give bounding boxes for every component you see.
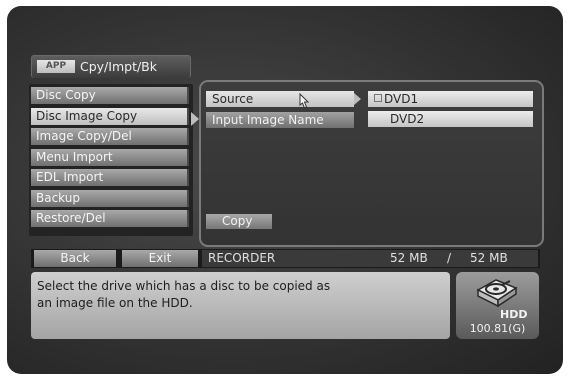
help-line-1: Select the drive which has a disc to be … — [37, 279, 331, 293]
selection-arrow-icon — [191, 112, 199, 126]
menu-item-disc-copy[interactable]: Disc Copy — [31, 87, 189, 104]
hdd-label: HDD — [500, 308, 528, 321]
selected-square-icon — [374, 94, 382, 102]
bottom-bar: Back Exit RECORDER 52 MB / 52 MB — [31, 249, 540, 268]
input-image-name-button[interactable]: Input Image Name — [206, 112, 354, 128]
help-text: Select the drive which has a disc to be … — [37, 278, 437, 312]
source-button[interactable]: Source — [206, 91, 354, 107]
drive-list: DVD1 DVD2 — [368, 91, 533, 131]
menu-item-menu-import[interactable]: Menu Import — [31, 148, 189, 166]
help-box: Select the drive which has a disc to be … — [31, 272, 450, 339]
menu-item-image-copy-del[interactable]: Image Copy/Del — [31, 128, 189, 145]
app-header: APP Cpy/Impt/Bk — [31, 55, 191, 78]
pointer-cursor-icon — [299, 93, 310, 109]
source-arrow-icon — [354, 93, 361, 105]
recorder-label: RECORDER — [208, 251, 276, 265]
menu-item-restore-del[interactable]: Restore/Del — [31, 210, 189, 227]
storage-used: 52 MB — [390, 251, 428, 265]
help-line-2: an image file on the HDD. — [37, 296, 193, 310]
menu-item-backup[interactable]: Backup — [31, 189, 189, 207]
copy-button[interactable]: Copy — [206, 214, 272, 229]
app-title: Cpy/Impt/Bk — [80, 59, 157, 74]
storage-separator: / — [447, 251, 452, 265]
hdd-box: HDD 100.81(G) — [456, 272, 539, 339]
menu-item-disc-image-copy[interactable]: Disc Image Copy — [31, 107, 189, 125]
drive-label: DVD2 — [390, 112, 425, 126]
exit-button[interactable]: Exit — [122, 250, 198, 267]
drive-option-dvd1[interactable]: DVD1 — [368, 91, 533, 107]
drive-option-dvd2[interactable]: DVD2 — [368, 111, 533, 127]
back-button[interactable]: Back — [34, 250, 116, 267]
app-badge: APP — [37, 60, 75, 73]
menu-item-edl-import[interactable]: EDL Import — [31, 169, 189, 186]
left-menu: Disc Copy Disc Image Copy Image Copy/Del… — [31, 87, 189, 231]
drive-label: DVD1 — [384, 92, 419, 106]
hdd-capacity: 100.81(G) — [469, 322, 526, 335]
status-strip: RECORDER 52 MB / 52 MB — [202, 250, 538, 267]
storage-total: 52 MB — [470, 251, 508, 265]
